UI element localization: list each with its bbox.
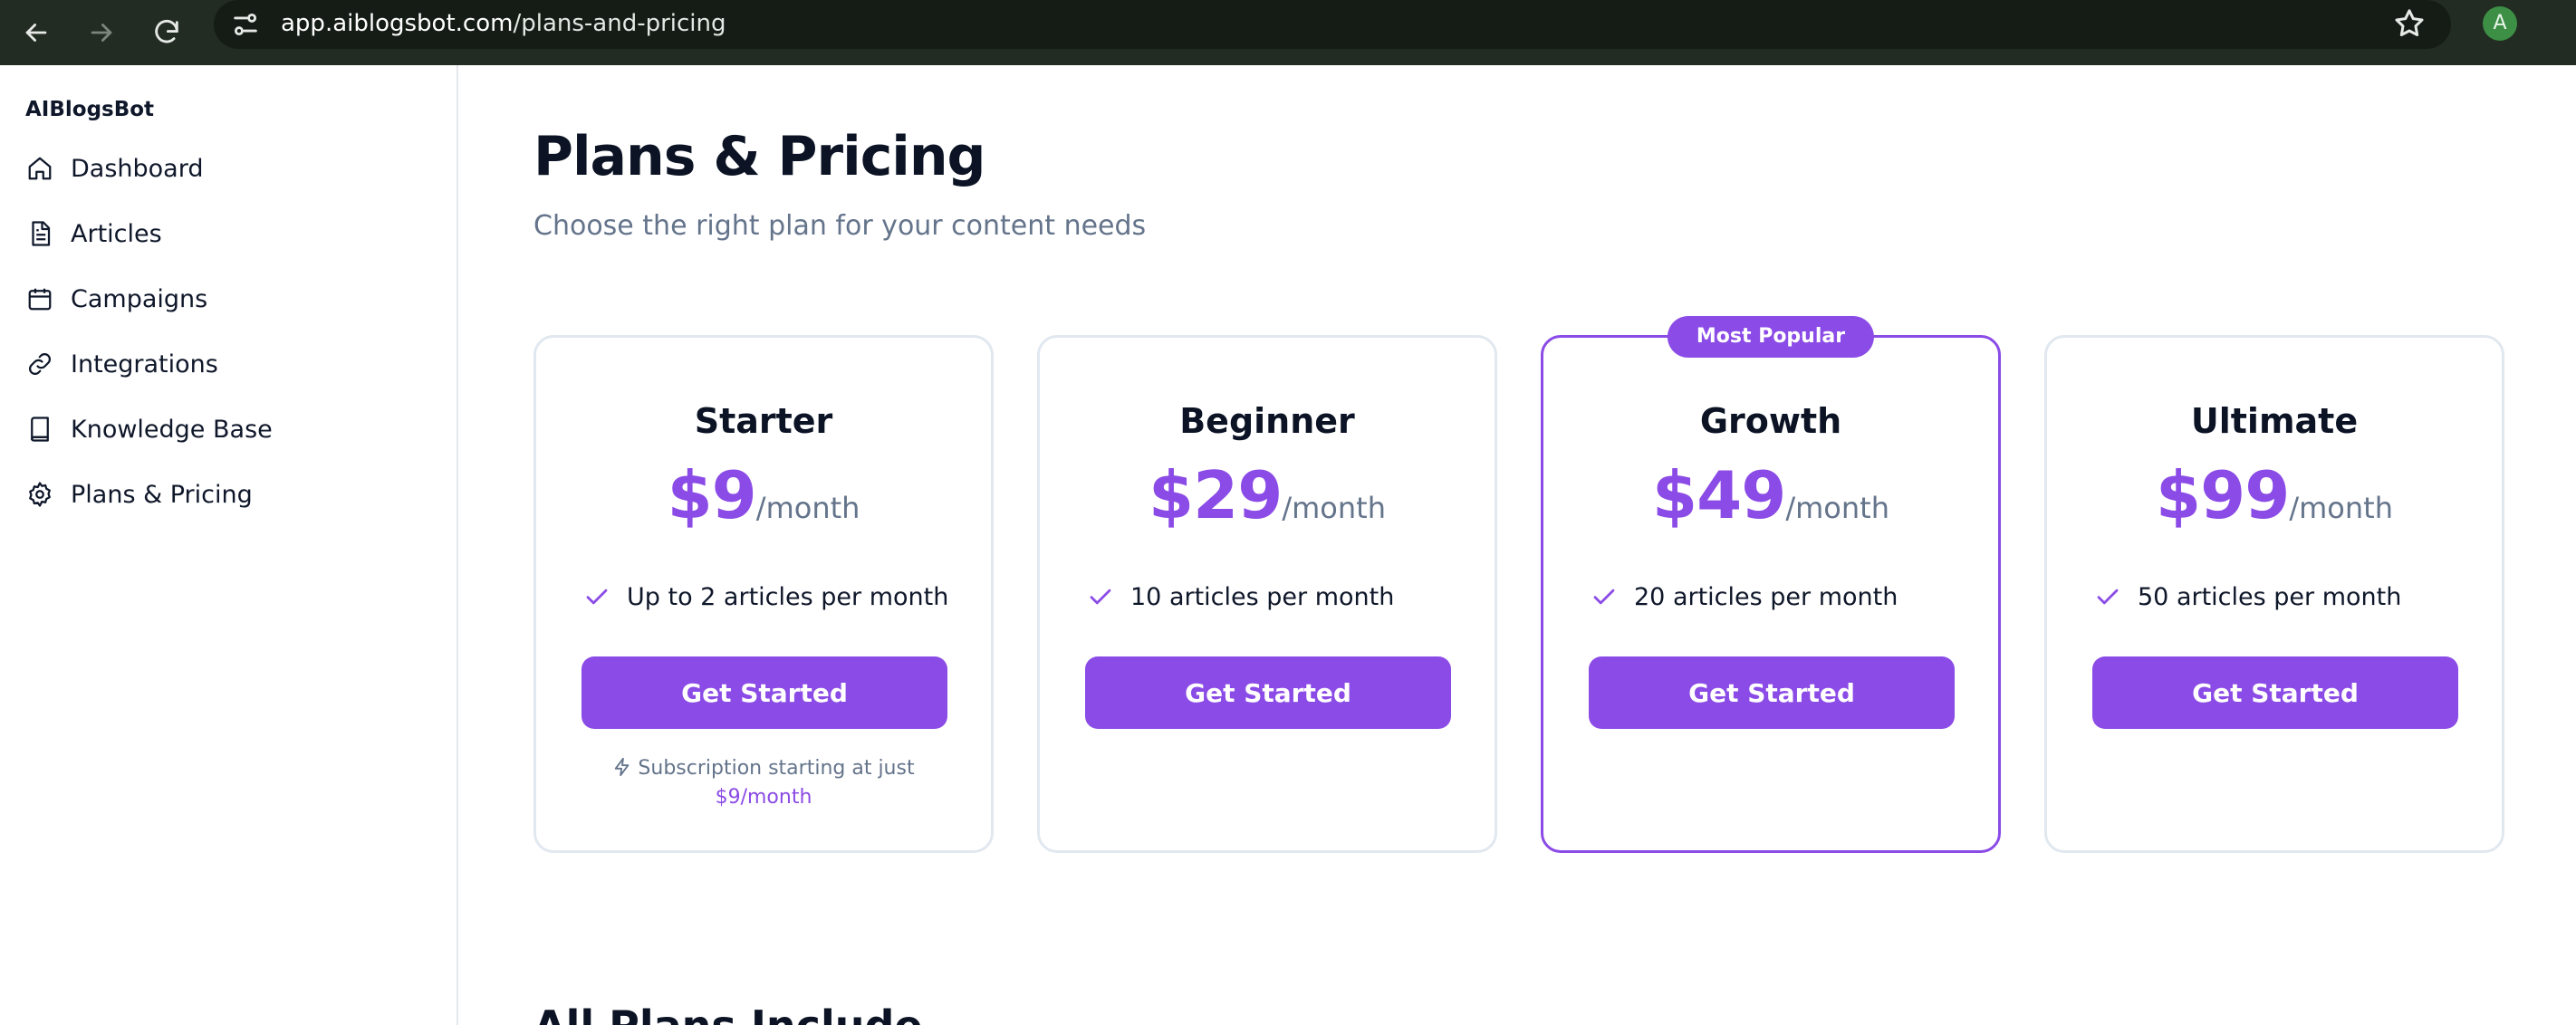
gear-icon (25, 480, 54, 509)
check-icon (1090, 589, 1111, 605)
star-icon[interactable] (2391, 5, 2427, 42)
get-started-button[interactable]: Get Started (1085, 656, 1451, 729)
check-icon (1593, 589, 1615, 605)
plan-card-starter: Starter $9/month Up to 2 articles per mo… (533, 335, 994, 853)
plan-card-growth: Most Popular Growth $49/month 20 article… (1541, 316, 2001, 853)
price-period: /month (2289, 491, 2393, 525)
price-amount: $9 (667, 457, 757, 533)
sidebar-item-label: Articles (71, 219, 162, 248)
brand-name: AIBlogsBot (25, 98, 155, 121)
page-title: Plans & Pricing (533, 125, 985, 188)
sidebar-item-label: Integrations (71, 350, 218, 378)
plan-name: Ultimate (2190, 401, 2359, 441)
book-icon (25, 415, 54, 444)
profile-avatar[interactable]: A (2483, 6, 2517, 41)
plan-feature: 50 articles per month (2094, 579, 2484, 615)
check-icon (586, 589, 608, 605)
plan-name: Beginner (1179, 401, 1355, 441)
plan-card-beginner: Beginner $29/month 10 articles per month… (1037, 335, 1497, 853)
feature-text: 20 articles per month (1634, 582, 1898, 611)
price-period: /month (755, 491, 860, 525)
plan-price: $49/month (1543, 457, 1998, 533)
get-started-button[interactable]: Get Started (582, 656, 947, 729)
feature-text: 50 articles per month (2138, 582, 2402, 611)
plan-price: $99/month (2047, 457, 2502, 533)
sidebar-item-label: Campaigns (71, 284, 208, 313)
forward-button[interactable] (74, 5, 129, 60)
get-started-button[interactable]: Get Started (1589, 656, 1955, 729)
sidebar-item-articles[interactable]: Articles (25, 210, 424, 257)
link-icon (25, 350, 54, 378)
section-heading: All Plans Include (533, 1001, 923, 1025)
price-period: /month (1282, 491, 1386, 525)
forward-icon (91, 24, 112, 42)
plan-price: $9/month (536, 457, 991, 533)
price-amount: $49 (1652, 457, 1786, 533)
plan-feature: Up to 2 articles per month (583, 579, 973, 615)
sidebar-item-plans-pricing[interactable]: Plans & Pricing (25, 471, 424, 518)
back-button[interactable] (9, 5, 63, 60)
plan-price: $29/month (1040, 457, 1495, 533)
most-popular-badge: Most Popular (1667, 316, 1875, 358)
file-text-icon (25, 219, 54, 248)
sidebar-item-dashboard[interactable]: Dashboard (25, 145, 424, 192)
note-price: $9/month (715, 786, 812, 809)
sidebar-item-label: Plans & Pricing (71, 480, 253, 509)
get-started-button[interactable]: Get Started (2092, 656, 2458, 729)
sidebar-item-integrations[interactable]: Integrations (25, 340, 424, 388)
plan-name: Starter (694, 401, 833, 441)
page-subtitle: Choose the right plan for your content n… (533, 210, 1147, 242)
feature-text: 10 articles per month (1130, 582, 1395, 611)
address-bar[interactable]: app.aiblogsbot.com/plans-and-pricing (214, 0, 2451, 49)
sidebar-item-label: Knowledge Base (71, 415, 273, 444)
subscription-note: Subscription starting at just $9/month (563, 754, 964, 812)
price-amount: $29 (1149, 457, 1283, 533)
sidebar: AIBlogsBot Dashboard Articles Campaigns … (0, 65, 458, 1025)
feature-text: Up to 2 articles per month (627, 582, 949, 611)
plan-feature: 20 articles per month (1591, 579, 1980, 615)
reload-icon (155, 20, 178, 43)
sidebar-item-campaigns[interactable]: Campaigns (25, 275, 424, 322)
lightning-icon (615, 757, 630, 777)
back-icon (25, 24, 47, 42)
reload-button[interactable] (139, 5, 194, 60)
plan-name: Growth (1699, 401, 1842, 441)
plan-feature: 10 articles per month (1087, 579, 1476, 615)
sidebar-item-label: Dashboard (71, 154, 204, 183)
sidebar-item-knowledge-base[interactable]: Knowledge Base (25, 406, 424, 453)
url-text: app.aiblogsbot.com/plans-and-pricing (281, 10, 726, 37)
site-info-icon[interactable] (230, 9, 261, 40)
check-icon (2097, 589, 2119, 605)
price-period: /month (1785, 491, 1889, 525)
browser-toolbar: app.aiblogsbot.com/plans-and-pricing A (0, 0, 2576, 65)
price-amount: $99 (2156, 457, 2290, 533)
home-icon (25, 154, 54, 183)
plan-card-ultimate: Ultimate $99/month 50 articles per month… (2044, 335, 2504, 853)
calendar-icon (25, 284, 54, 313)
note-text: Subscription starting at just (638, 757, 915, 780)
